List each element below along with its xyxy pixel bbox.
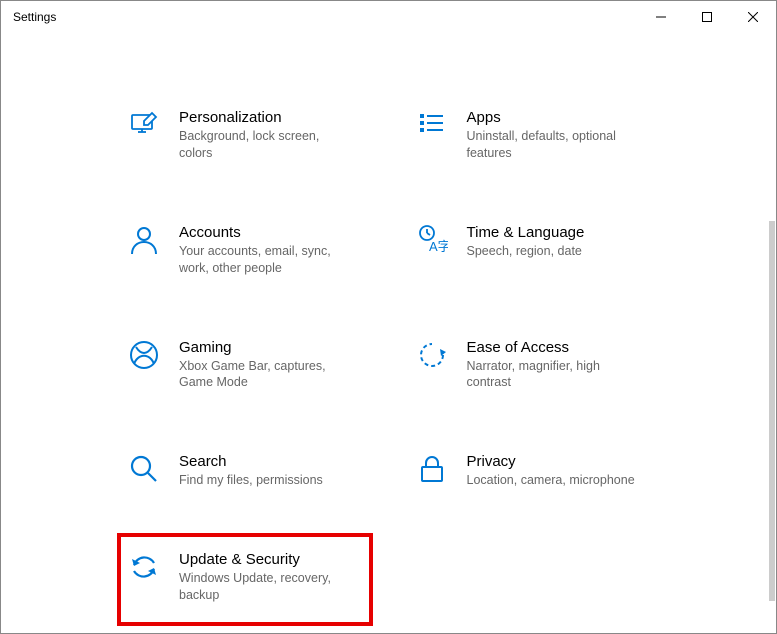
- category-gaming[interactable]: Gaming Xbox Game Bar, captures, Game Mod…: [121, 333, 369, 398]
- category-title: Apps: [467, 109, 651, 126]
- category-title: Gaming: [179, 339, 363, 356]
- minimize-button[interactable]: [638, 1, 684, 33]
- category-ease-of-access[interactable]: Ease of Access Narrator, magnifier, high…: [409, 333, 657, 398]
- category-title: Accounts: [179, 224, 363, 241]
- time-language-icon: A字: [415, 224, 449, 258]
- settings-categories: Personalization Background, lock screen,…: [1, 33, 776, 630]
- category-title: Search: [179, 453, 363, 470]
- personalization-icon: [127, 109, 161, 143]
- ease-of-access-icon: [415, 339, 449, 373]
- category-desc: Narrator, magnifier, high contrast: [467, 358, 637, 392]
- scrollbar[interactable]: [769, 221, 775, 601]
- category-time-language[interactable]: A字 Time & Language Speech, region, date: [409, 218, 657, 283]
- category-title: Personalization: [179, 109, 363, 126]
- window-title: Settings: [13, 10, 56, 24]
- category-personalization[interactable]: Personalization Background, lock screen,…: [121, 103, 369, 168]
- category-title: Privacy: [467, 453, 651, 470]
- category-desc: Xbox Game Bar, captures, Game Mode: [179, 358, 349, 392]
- category-desc: Your accounts, email, sync, work, other …: [179, 243, 349, 277]
- apps-icon: [415, 109, 449, 143]
- accounts-icon: [127, 224, 161, 258]
- update-security-icon: [127, 551, 161, 585]
- window-controls: [638, 1, 776, 33]
- category-update-security[interactable]: Update & Security Windows Update, recove…: [117, 533, 373, 626]
- category-desc: Background, lock screen, colors: [179, 128, 349, 162]
- category-desc: Speech, region, date: [467, 243, 637, 260]
- search-icon: [127, 453, 161, 487]
- category-title: Time & Language: [467, 224, 651, 241]
- category-search[interactable]: Search Find my files, permissions: [121, 447, 369, 495]
- category-desc: Find my files, permissions: [179, 472, 349, 489]
- svg-text:A字: A字: [429, 239, 448, 254]
- category-privacy[interactable]: Privacy Location, camera, microphone: [409, 447, 657, 495]
- titlebar: Settings: [1, 1, 776, 33]
- category-apps[interactable]: Apps Uninstall, defaults, optional featu…: [409, 103, 657, 168]
- gaming-icon: [127, 339, 161, 373]
- category-desc: Location, camera, microphone: [467, 472, 637, 489]
- category-accounts[interactable]: Accounts Your accounts, email, sync, wor…: [121, 218, 369, 283]
- maximize-button[interactable]: [684, 1, 730, 33]
- category-title: Ease of Access: [467, 339, 651, 356]
- category-title: Update & Security: [179, 551, 363, 568]
- close-button[interactable]: [730, 1, 776, 33]
- privacy-icon: [415, 453, 449, 487]
- category-desc: Uninstall, defaults, optional features: [467, 128, 637, 162]
- category-desc: Windows Update, recovery, backup: [179, 570, 349, 604]
